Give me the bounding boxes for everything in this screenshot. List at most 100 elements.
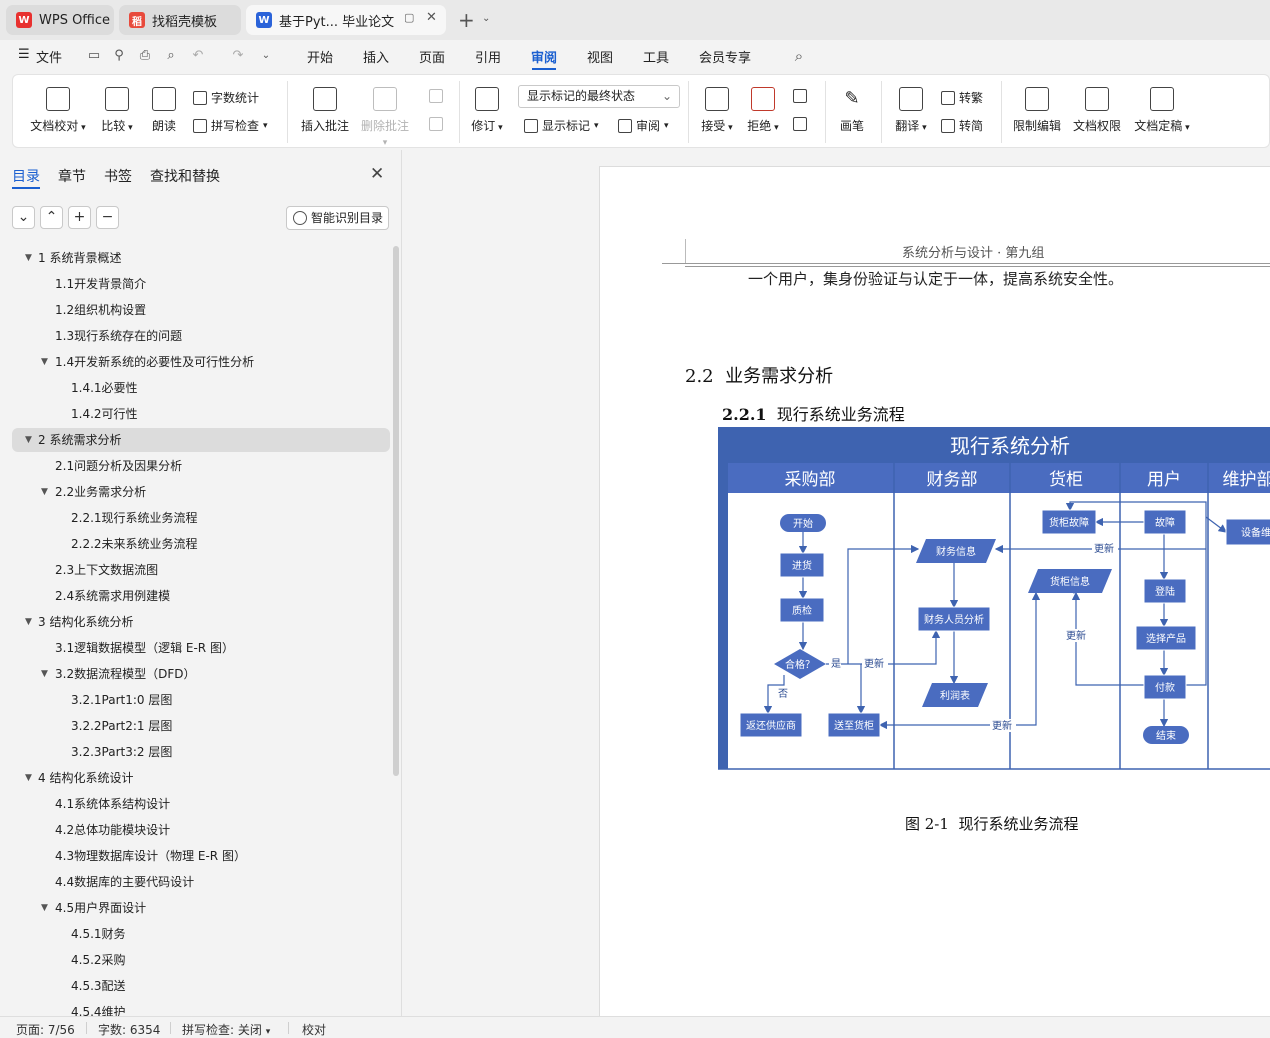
toc-item[interactable]: ▼ 3 结构化系统分析: [0, 610, 392, 634]
tab-reference[interactable]: 引用: [475, 47, 501, 66]
spell-check-button[interactable]: 拼写检查 ▾: [193, 117, 268, 134]
toc-item[interactable]: 3.1逻辑数据模型（逻辑 E-R 图）: [0, 636, 392, 660]
page-indicator[interactable]: 页面: 7/56: [16, 1021, 75, 1038]
compare-button[interactable]: 比较 ▾: [97, 87, 137, 134]
new-tab-button[interactable]: +: [458, 8, 475, 32]
proof-status[interactable]: 校对: [302, 1021, 326, 1038]
to-simplified-button[interactable]: 转简: [941, 117, 983, 134]
tab-tools[interactable]: 工具: [643, 47, 669, 66]
expand-arrow-icon[interactable]: ▼: [25, 766, 32, 790]
word-count-status[interactable]: 字数: 6354: [98, 1021, 160, 1038]
toc-item[interactable]: 4.5.2采购: [0, 948, 392, 972]
toc-item[interactable]: ▼ 1 系统背景概述: [0, 246, 392, 270]
link-icon[interactable]: ⚲: [111, 48, 127, 64]
add-heading-button[interactable]: +: [68, 206, 91, 229]
tab-start[interactable]: 开始: [307, 47, 333, 66]
expand-arrow-icon[interactable]: ▼: [25, 246, 32, 270]
tab-page[interactable]: 页面: [419, 47, 445, 66]
insert-comment-button[interactable]: 插入批注: [299, 87, 351, 134]
toc-item[interactable]: 4.1系统体系结构设计: [0, 792, 392, 816]
tab-view[interactable]: 视图: [587, 47, 613, 66]
toc-item[interactable]: 4.2总体功能模块设计: [0, 818, 392, 842]
translate-button[interactable]: 翻译 ▾: [891, 87, 931, 134]
search-icon[interactable]: ⌕: [791, 48, 807, 64]
close-tab-icon[interactable]: ✕: [426, 10, 437, 25]
toc-item[interactable]: 4.3物理数据库设计（物理 E-R 图）: [0, 844, 392, 868]
toc-item[interactable]: 2.4系统需求用例建模: [0, 584, 392, 608]
toc-item[interactable]: 1.4.1必要性: [0, 376, 392, 400]
reject-button[interactable]: 拒绝 ▾: [745, 87, 781, 134]
delete-comment-button[interactable]: 删除批注 ▾: [359, 87, 411, 148]
toc-item[interactable]: 1.2组织机构设置: [0, 298, 392, 322]
toc-item[interactable]: 3.2.3Part3:2 层图: [0, 740, 392, 764]
tab-document[interactable]: W 基于Pyt... 毕业论文 ▢ ✕: [246, 5, 446, 35]
toc-item[interactable]: ▼ 2 系统需求分析: [12, 428, 390, 452]
chevron-down-icon[interactable]: ⌄: [258, 48, 274, 64]
toc-item[interactable]: 1.3现行系统存在的问题: [0, 324, 392, 348]
tab-review[interactable]: 审阅: [531, 47, 557, 66]
print-preview-icon[interactable]: ⌕: [163, 48, 179, 64]
toc-item[interactable]: 2.3上下文数据流图: [0, 558, 392, 582]
toc-item[interactable]: 4.5.1财务: [0, 922, 392, 946]
nav-tab-sections[interactable]: 章节: [58, 166, 86, 186]
doc-finalize-button[interactable]: 文档定稿 ▾: [1131, 87, 1193, 134]
toc-item[interactable]: 2.2.1现行系统业务流程: [0, 506, 392, 530]
accept-button[interactable]: 接受 ▾: [699, 87, 735, 134]
nav-tab-toc[interactable]: 目录: [12, 166, 40, 186]
toc-item[interactable]: 3.2.1Part1:0 层图: [0, 688, 392, 712]
to-traditional-button[interactable]: 转繁: [941, 89, 983, 106]
next-comment-button[interactable]: [429, 117, 443, 131]
nav-tab-bookmarks[interactable]: 书签: [104, 166, 132, 186]
save-icon[interactable]: ▭: [86, 48, 102, 64]
restrict-edit-button[interactable]: 限制编辑: [1011, 87, 1063, 134]
expand-arrow-icon[interactable]: ▼: [41, 350, 48, 374]
toc-item[interactable]: 4.5.4维护: [0, 1000, 392, 1016]
toc-item[interactable]: ▼ 1.4开发新系统的必要性及可行性分析: [0, 350, 392, 374]
expand-all-button[interactable]: ⌄: [12, 206, 35, 229]
toc-item[interactable]: 3.2.2Part2:1 层图: [0, 714, 392, 738]
toc-item[interactable]: 1.4.2可行性: [0, 402, 392, 426]
track-changes-button[interactable]: 修订 ▾: [469, 87, 505, 134]
toc-item[interactable]: 4.4数据库的主要代码设计: [0, 870, 392, 894]
collapse-all-button[interactable]: ⌃: [40, 206, 63, 229]
tab-member[interactable]: 会员专享: [699, 47, 751, 66]
toc-item[interactable]: 2.1问题分析及因果分析: [0, 454, 392, 478]
toc-item[interactable]: 2.2.2未来系统业务流程: [0, 532, 392, 556]
redo-icon[interactable]: ↷: [230, 48, 246, 64]
doc-check-button[interactable]: 文档校对 ▾: [29, 87, 87, 134]
tab-docer[interactable]: 稻 找稻壳模板: [119, 5, 241, 35]
chevron-down-icon[interactable]: ⌄: [482, 13, 490, 24]
expand-arrow-icon[interactable]: ▼: [25, 428, 32, 452]
smart-toc-button[interactable]: 智能识别目录: [286, 206, 389, 230]
undo-icon[interactable]: ↶: [190, 48, 206, 64]
hamburger-icon[interactable]: ☰: [18, 47, 30, 62]
prev-comment-button[interactable]: [429, 89, 443, 103]
pen-button[interactable]: ✎ 画笔: [835, 87, 869, 134]
document-page[interactable]: 系统分析与设计 · 第九组 一个用户，集身份验证与认定于一体，提高系统安全性。 …: [599, 166, 1270, 1016]
expand-arrow-icon[interactable]: ▼: [41, 480, 48, 504]
nav-tab-find-replace[interactable]: 查找和替换: [150, 166, 220, 186]
spell-check-status[interactable]: 拼写检查: 关闭 ▾: [182, 1021, 270, 1038]
expand-arrow-icon[interactable]: ▼: [25, 610, 32, 634]
prev-change-button[interactable]: [793, 89, 807, 103]
file-menu[interactable]: 文件: [36, 47, 62, 66]
toc-item[interactable]: 1.1开发背景简介: [0, 272, 392, 296]
print-icon[interactable]: ⎙: [137, 48, 153, 64]
minimize-tab-icon[interactable]: ▢: [404, 11, 414, 24]
toc-item[interactable]: ▼ 2.2业务需求分析: [0, 480, 392, 504]
tab-insert[interactable]: 插入: [363, 47, 389, 66]
expand-arrow-icon[interactable]: ▼: [41, 662, 48, 686]
review-pane-button[interactable]: 审阅 ▾: [618, 117, 669, 134]
toc-item[interactable]: ▼ 4.5用户界面设计: [0, 896, 392, 920]
scrollbar[interactable]: [393, 246, 399, 776]
remove-heading-button[interactable]: −: [96, 206, 119, 229]
show-markup-button[interactable]: 显示标记 ▾: [524, 117, 599, 134]
next-change-button[interactable]: [793, 117, 807, 131]
read-aloud-button[interactable]: 朗读: [147, 87, 181, 134]
word-count-button[interactable]: 字数统计: [193, 89, 259, 106]
markup-mode-select[interactable]: 显示标记的最终状态 ⌄: [518, 85, 680, 108]
expand-arrow-icon[interactable]: ▼: [41, 896, 48, 920]
toc-item[interactable]: ▼ 3.2数据流程模型（DFD）: [0, 662, 392, 686]
toc-item[interactable]: 4.5.3配送: [0, 974, 392, 998]
close-icon[interactable]: ✕: [370, 164, 384, 184]
